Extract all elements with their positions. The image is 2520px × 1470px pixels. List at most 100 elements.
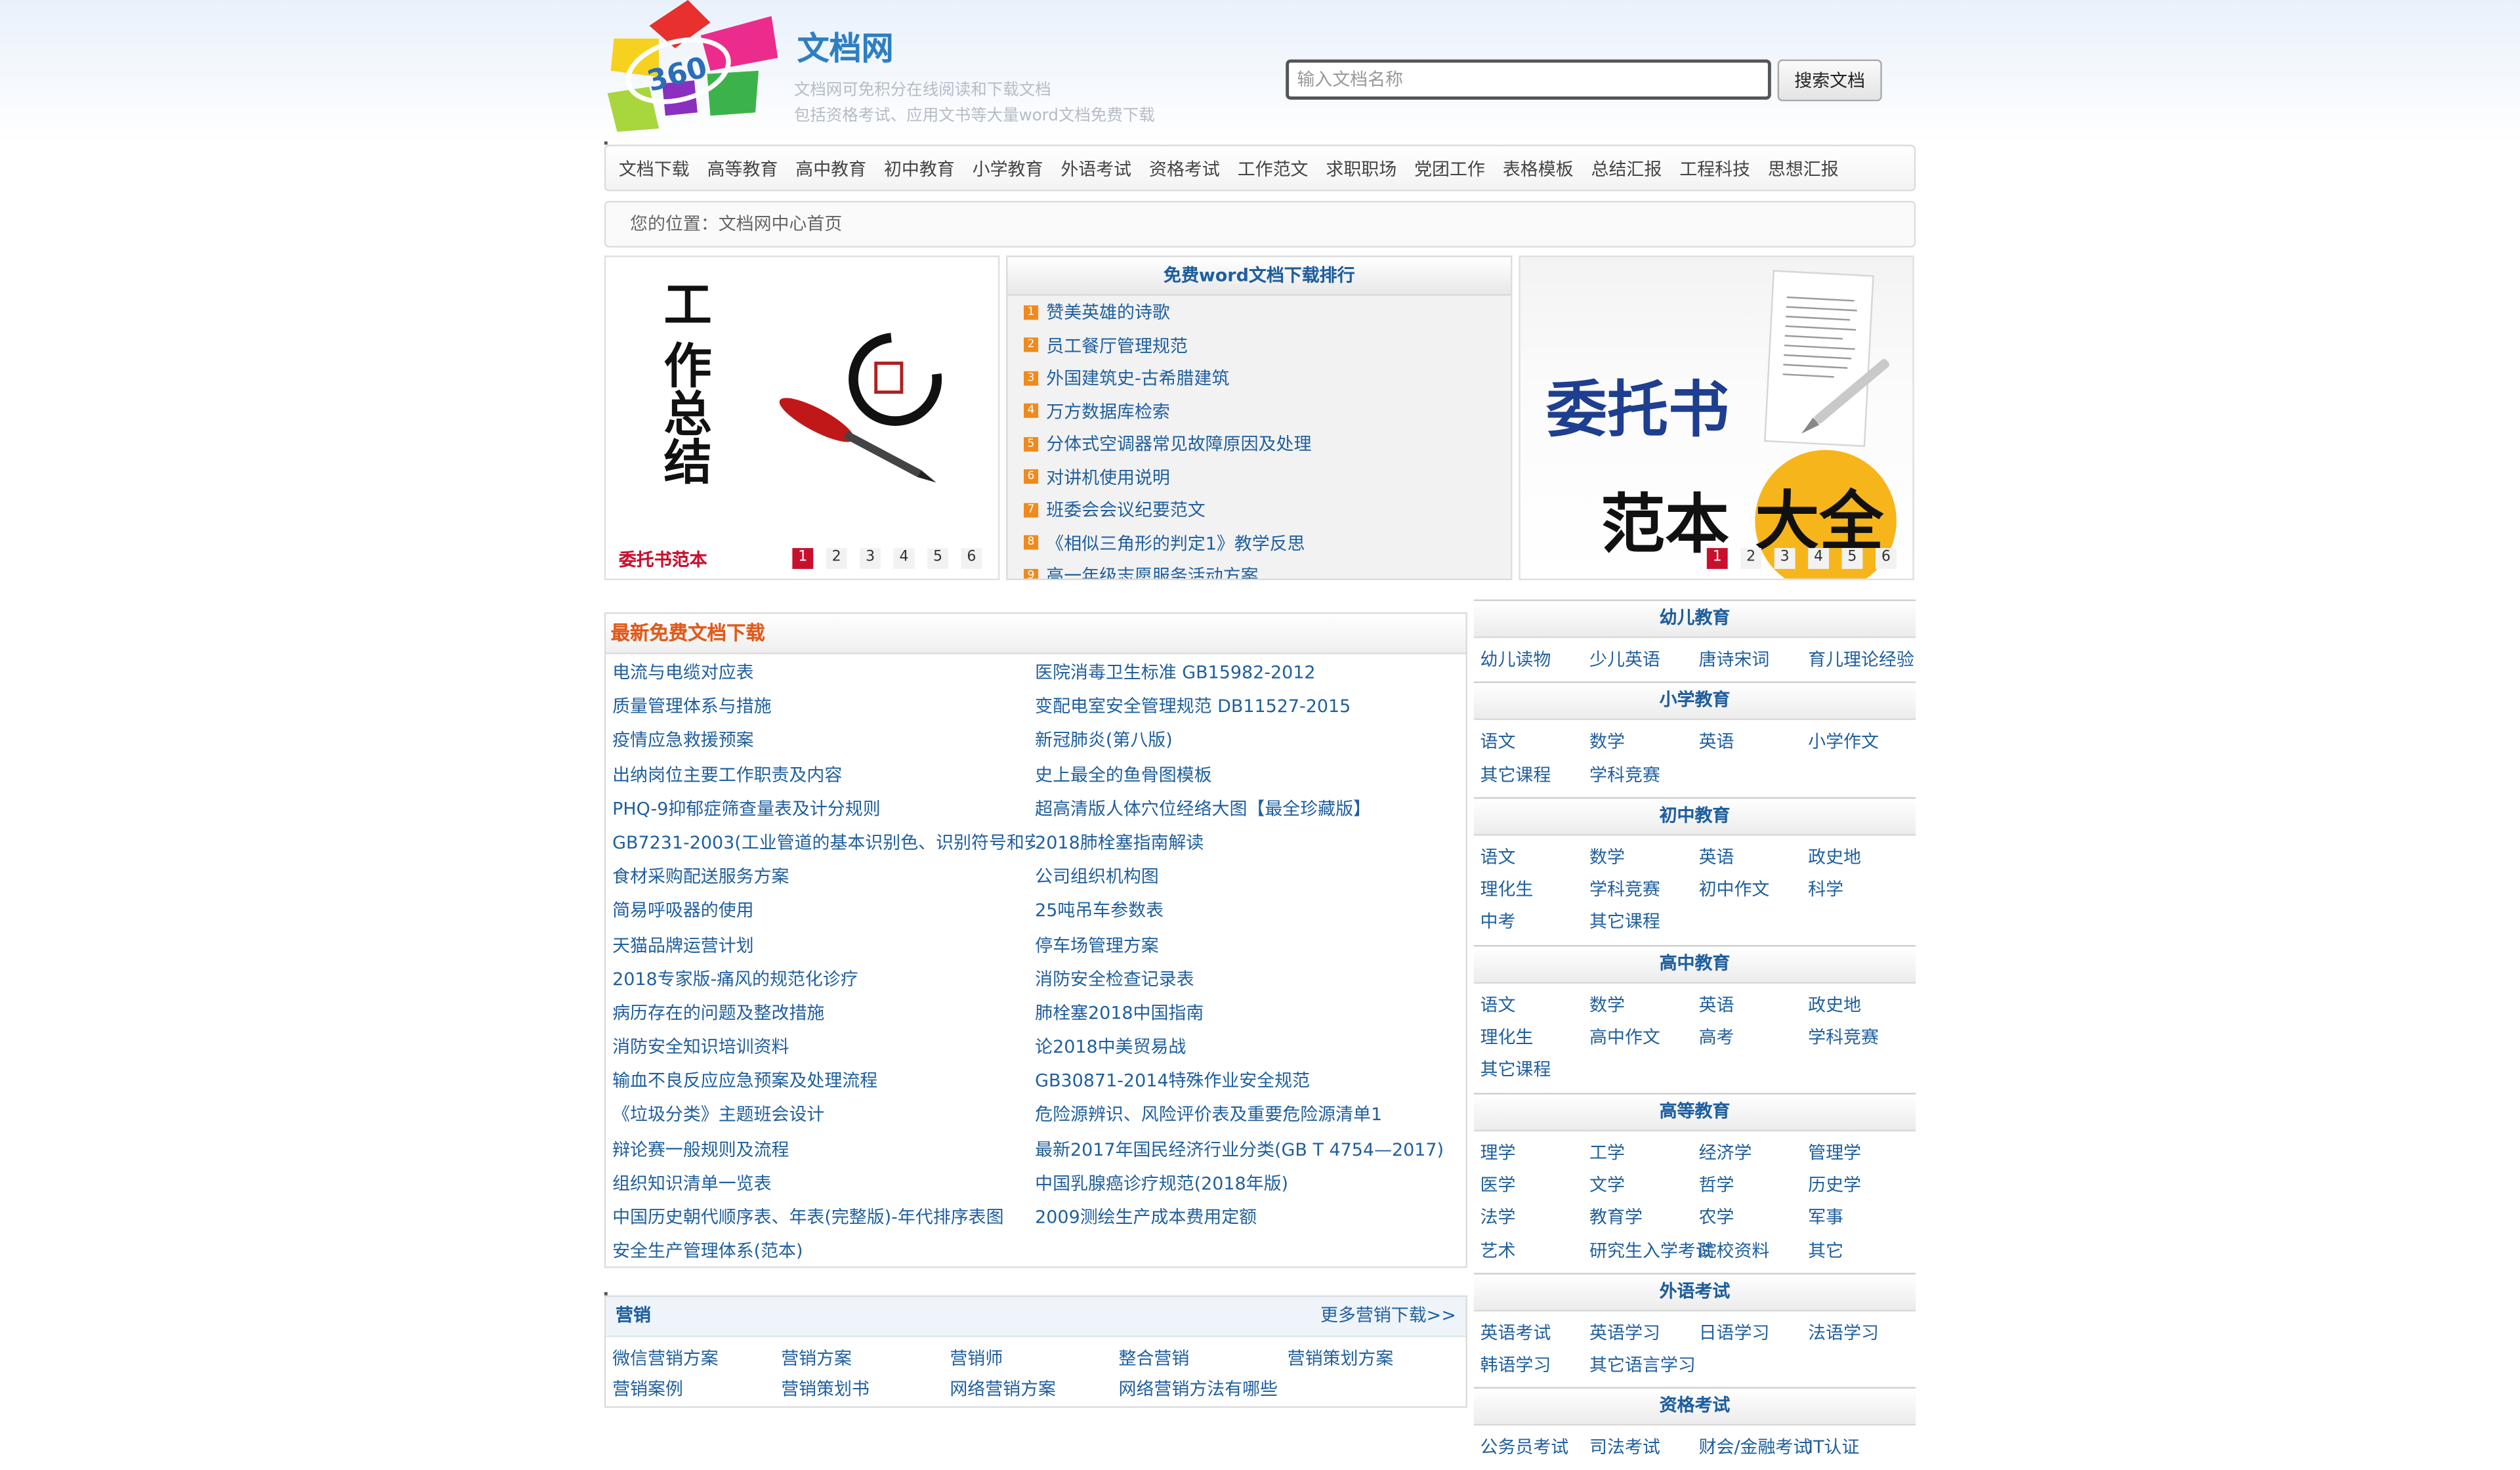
marketing-link[interactable]: 营销策划书 xyxy=(781,1374,950,1405)
marketing-link[interactable]: 网络营销方案 xyxy=(950,1374,1118,1405)
rank-link[interactable]: 万方数据库检索 xyxy=(1046,398,1170,424)
latest-doc-link[interactable]: 电流与电缆对应表 xyxy=(612,656,1035,690)
category-link[interactable]: 文学 xyxy=(1589,1170,1699,1203)
category-link[interactable]: 政史地 xyxy=(1808,842,1918,875)
category-link[interactable]: 少儿英语 xyxy=(1589,644,1699,677)
rank-link[interactable]: 对讲机使用说明 xyxy=(1046,464,1170,490)
pager-dot[interactable]: 4 xyxy=(1808,548,1829,569)
category-link[interactable]: 管理学 xyxy=(1808,1137,1918,1170)
latest-doc-link[interactable]: 停车场管理方案 xyxy=(1035,928,1469,962)
category-link[interactable]: 其它课程 xyxy=(1480,1055,1590,1087)
category-link[interactable]: 其它课程 xyxy=(1589,907,1699,940)
category-link[interactable]: 学科竞赛 xyxy=(1589,759,1699,792)
category-link[interactable]: 韩语学习 xyxy=(1480,1351,1590,1383)
category-link[interactable]: 艺术 xyxy=(1480,1235,1590,1268)
pager-dot[interactable]: 1 xyxy=(1706,548,1728,569)
category-link[interactable]: 英语 xyxy=(1699,990,1809,1022)
latest-doc-link[interactable]: 出纳岗位主要工作职责及内容 xyxy=(612,758,1035,792)
nav-item[interactable]: 思想汇报 xyxy=(1768,155,1839,180)
category-link[interactable]: 其它 xyxy=(1808,1235,1918,1268)
marketing-link[interactable]: 营销师 xyxy=(950,1343,1118,1374)
pager-dot[interactable]: 6 xyxy=(1875,548,1897,569)
category-link[interactable]: 司法考试 xyxy=(1589,1433,1699,1465)
nav-item[interactable]: 工程科技 xyxy=(1679,155,1750,180)
nav-item[interactable]: 求职职场 xyxy=(1326,155,1396,180)
category-link[interactable]: 小学作文 xyxy=(1808,727,1918,760)
latest-doc-link[interactable]: 安全生产管理体系(范本) xyxy=(612,1234,1035,1269)
category-link[interactable]: 研究生入学考试 xyxy=(1589,1235,1713,1268)
category-link[interactable]: 学科竞赛 xyxy=(1589,875,1699,908)
category-link[interactable]: 英语学习 xyxy=(1589,1318,1699,1351)
marketing-link[interactable]: 网络营销方法有哪些 xyxy=(1119,1374,1288,1405)
category-link[interactable]: 语文 xyxy=(1480,990,1590,1022)
category-link[interactable]: 英语考试 xyxy=(1480,1318,1590,1351)
category-heading[interactable]: 幼儿教育 xyxy=(1473,599,1916,639)
category-link[interactable]: 经济学 xyxy=(1699,1137,1809,1170)
category-link[interactable]: 公务员考试 xyxy=(1480,1433,1590,1465)
pager-dot[interactable]: 6 xyxy=(961,548,982,569)
latest-doc-link[interactable]: 新冠肺炎(第八版) xyxy=(1035,724,1469,758)
category-link[interactable]: 语文 xyxy=(1480,842,1590,875)
rank-link[interactable]: 外国建筑史-古希腊建筑 xyxy=(1046,366,1229,391)
latest-doc-link[interactable]: 病历存在的问题及整改措施 xyxy=(612,996,1035,1030)
latest-doc-link[interactable]: 输血不良反应应急预案及处理流程 xyxy=(612,1064,1035,1099)
nav-item[interactable]: 党团工作 xyxy=(1414,155,1485,180)
pager-dot[interactable]: 5 xyxy=(927,548,948,569)
rank-link[interactable]: 《相似三角形的判定1》教学反思 xyxy=(1046,530,1305,556)
marketing-link[interactable]: 整合营销 xyxy=(1119,1343,1288,1374)
latest-doc-link[interactable]: 医院消毒卫生标准 GB15982-2012 xyxy=(1035,656,1469,690)
category-link[interactable]: 英语 xyxy=(1699,727,1809,760)
nav-item[interactable]: 高中教育 xyxy=(795,155,866,180)
category-link[interactable]: 数学 xyxy=(1589,842,1699,875)
category-link[interactable]: 理化生 xyxy=(1480,1022,1590,1055)
category-link[interactable]: 学科竞赛 xyxy=(1808,1022,1918,1055)
nav-item[interactable]: 资格考试 xyxy=(1149,155,1220,180)
pager-dot[interactable]: 4 xyxy=(893,548,915,569)
latest-doc-link[interactable]: 2018专家版-痛风的规范化诊疗 xyxy=(612,962,1035,996)
rank-link[interactable]: 员工餐厅管理规范 xyxy=(1046,332,1188,358)
latest-doc-link[interactable]: 疫情应急救援预案 xyxy=(612,724,1035,758)
nav-item[interactable]: 小学教育 xyxy=(973,155,1043,180)
latest-doc-link[interactable]: 公司组织机构图 xyxy=(1035,860,1469,894)
nav-item[interactable]: 文档下载 xyxy=(619,155,690,180)
latest-doc-link[interactable]: 食材采购配送服务方案 xyxy=(612,860,1035,894)
category-link[interactable]: 其它语言学习 xyxy=(1589,1351,1699,1383)
category-link[interactable]: IT认证 xyxy=(1808,1433,1918,1465)
latest-doc-link[interactable]: 2009测绘生产成本费用定额 xyxy=(1035,1200,1469,1234)
category-link[interactable]: 军事 xyxy=(1808,1203,1918,1236)
category-link[interactable]: 法学 xyxy=(1480,1203,1590,1236)
nav-item[interactable]: 总结汇报 xyxy=(1591,155,1662,180)
pager-dot[interactable]: 3 xyxy=(860,548,881,569)
category-link[interactable]: 工学 xyxy=(1589,1137,1699,1170)
latest-doc-link[interactable]: GB7231-2003(工业管道的基本识别色、识别符号和安 xyxy=(612,826,1035,860)
rank-link[interactable]: 赞美英雄的诗歌 xyxy=(1046,299,1170,325)
marketing-link[interactable]: 微信营销方案 xyxy=(612,1343,781,1374)
marketing-link[interactable]: 营销方案 xyxy=(781,1343,950,1374)
latest-doc-link[interactable]: 《垃圾分类》主题班会设计 xyxy=(612,1099,1035,1133)
latest-doc-link[interactable]: 组织知识清单一览表 xyxy=(612,1167,1035,1201)
latest-doc-link[interactable]: 2018肺栓塞指南解读 xyxy=(1035,826,1469,860)
latest-doc-link[interactable]: 超高清版人体穴位经络大图【最全珍藏版】 xyxy=(1035,792,1469,826)
latest-doc-link[interactable]: 中国历史朝代顺序表、年表(完整版)-年代排序表图 xyxy=(612,1200,1035,1234)
latest-doc-link[interactable]: GB30871-2014特殊作业安全规范 xyxy=(1035,1064,1469,1099)
banner-left[interactable]: 工 作 总 结 委托书范本 123456 xyxy=(604,255,1000,581)
latest-doc-link[interactable]: 质量管理体系与措施 xyxy=(612,690,1035,724)
category-link[interactable]: 高中作文 xyxy=(1589,1022,1699,1055)
latest-doc-link[interactable]: 论2018中美贸易战 xyxy=(1035,1030,1469,1064)
marketing-link[interactable]: 营销案例 xyxy=(612,1374,781,1405)
nav-item[interactable]: 表格模板 xyxy=(1503,155,1574,180)
latest-doc-link[interactable]: 辩论赛一般规则及流程 xyxy=(612,1133,1035,1167)
category-link[interactable]: 英语 xyxy=(1699,842,1809,875)
category-link[interactable]: 高考 xyxy=(1699,1022,1809,1055)
latest-doc-link[interactable]: 消防安全检查记录表 xyxy=(1035,962,1469,996)
rank-link[interactable]: 班委会会议纪要范文 xyxy=(1046,497,1205,522)
pager-dot[interactable]: 5 xyxy=(1841,548,1863,569)
category-link[interactable]: 数学 xyxy=(1589,727,1699,760)
latest-doc-link[interactable]: 变配电室安全管理规范 DB11527-2015 xyxy=(1035,690,1469,724)
category-link[interactable]: 哲学 xyxy=(1699,1170,1809,1203)
category-link[interactable]: 医学 xyxy=(1480,1170,1590,1203)
rank-link[interactable]: 高一年级志愿服务活动方案 xyxy=(1046,563,1258,579)
search-button[interactable]: 搜索文档 xyxy=(1777,59,1882,102)
category-link[interactable]: 数学 xyxy=(1589,990,1699,1022)
pager-dot[interactable]: 2 xyxy=(826,548,847,569)
